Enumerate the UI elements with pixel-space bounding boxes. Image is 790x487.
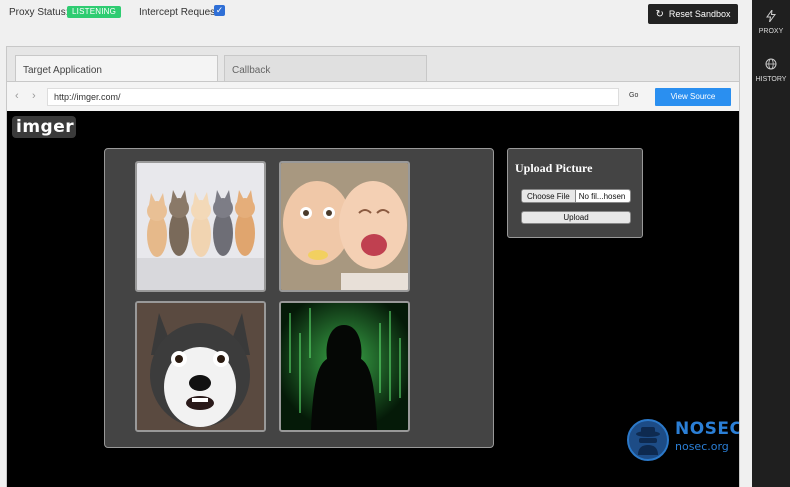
hooded-hacker-photo-icon	[281, 303, 408, 430]
gallery-item-hacker[interactable]	[279, 301, 410, 432]
refresh-icon: ↻	[655, 8, 664, 20]
url-input[interactable]	[47, 88, 619, 106]
intercept-requests-checkbox[interactable]: ✓	[214, 5, 225, 16]
site-logo[interactable]: imger	[12, 116, 76, 138]
side-rail: PROXY HISTORY	[752, 0, 790, 487]
nosec-watermark: NOSEC nosec.org	[625, 417, 739, 463]
watermark-subtitle: nosec.org	[675, 440, 729, 453]
reset-sandbox-label: Reset Sandbox	[668, 9, 731, 19]
rail-item-proxy[interactable]: PROXY	[752, 8, 790, 35]
forward-arrow-icon[interactable]: ›	[32, 90, 36, 102]
address-bar: ‹ › Go View Source	[7, 81, 739, 111]
reset-sandbox-button[interactable]: ↻ Reset Sandbox	[648, 4, 738, 24]
upload-button[interactable]: Upload	[521, 211, 631, 224]
spy-logo-icon	[627, 419, 669, 461]
crying-babies-photo-icon	[281, 163, 408, 290]
lightning-icon	[752, 8, 790, 25]
image-gallery	[104, 148, 494, 448]
proxy-status-badge: LISTENING	[67, 6, 122, 18]
gallery-item-babies[interactable]	[279, 161, 410, 292]
scared-husky-photo-icon	[137, 303, 264, 430]
rail-item-label: HISTORY	[755, 76, 787, 83]
file-name-text: No fil...hosen	[578, 192, 626, 201]
page-viewport: imger Upload Picture Choose File No fil.…	[7, 111, 739, 487]
kittens-photo-icon	[137, 163, 264, 290]
rail-item-history[interactable]: HISTORY	[752, 58, 790, 83]
file-input[interactable]: Choose File No fil...hosen	[521, 189, 631, 203]
tab-bar: Target Application Callback	[7, 47, 739, 81]
proxy-status-label: Proxy Status:	[9, 7, 69, 18]
gallery-item-dog[interactable]	[135, 301, 266, 432]
gallery-item-kittens[interactable]	[135, 161, 266, 292]
upload-title: Upload Picture	[515, 161, 593, 175]
tab-target-application[interactable]: Target Application	[15, 55, 218, 81]
browser-frame: Target Application Callback ‹ › Go View …	[6, 46, 740, 487]
watermark-title: NOSEC	[675, 419, 739, 439]
go-button[interactable]: Go	[629, 92, 638, 99]
tab-callback[interactable]: Callback	[224, 55, 427, 81]
intercept-requests-label: Intercept Requests	[139, 7, 223, 18]
back-arrow-icon[interactable]: ‹	[15, 90, 19, 102]
top-bar: Proxy Status: LISTENING Intercept Reques…	[0, 0, 752, 36]
upload-panel: Upload Picture Choose File No fil...hose…	[507, 148, 643, 238]
choose-file-button[interactable]: Choose File	[522, 190, 576, 202]
globe-icon	[752, 58, 790, 73]
view-source-button[interactable]: View Source	[655, 88, 731, 106]
rail-item-label: PROXY	[758, 28, 784, 35]
